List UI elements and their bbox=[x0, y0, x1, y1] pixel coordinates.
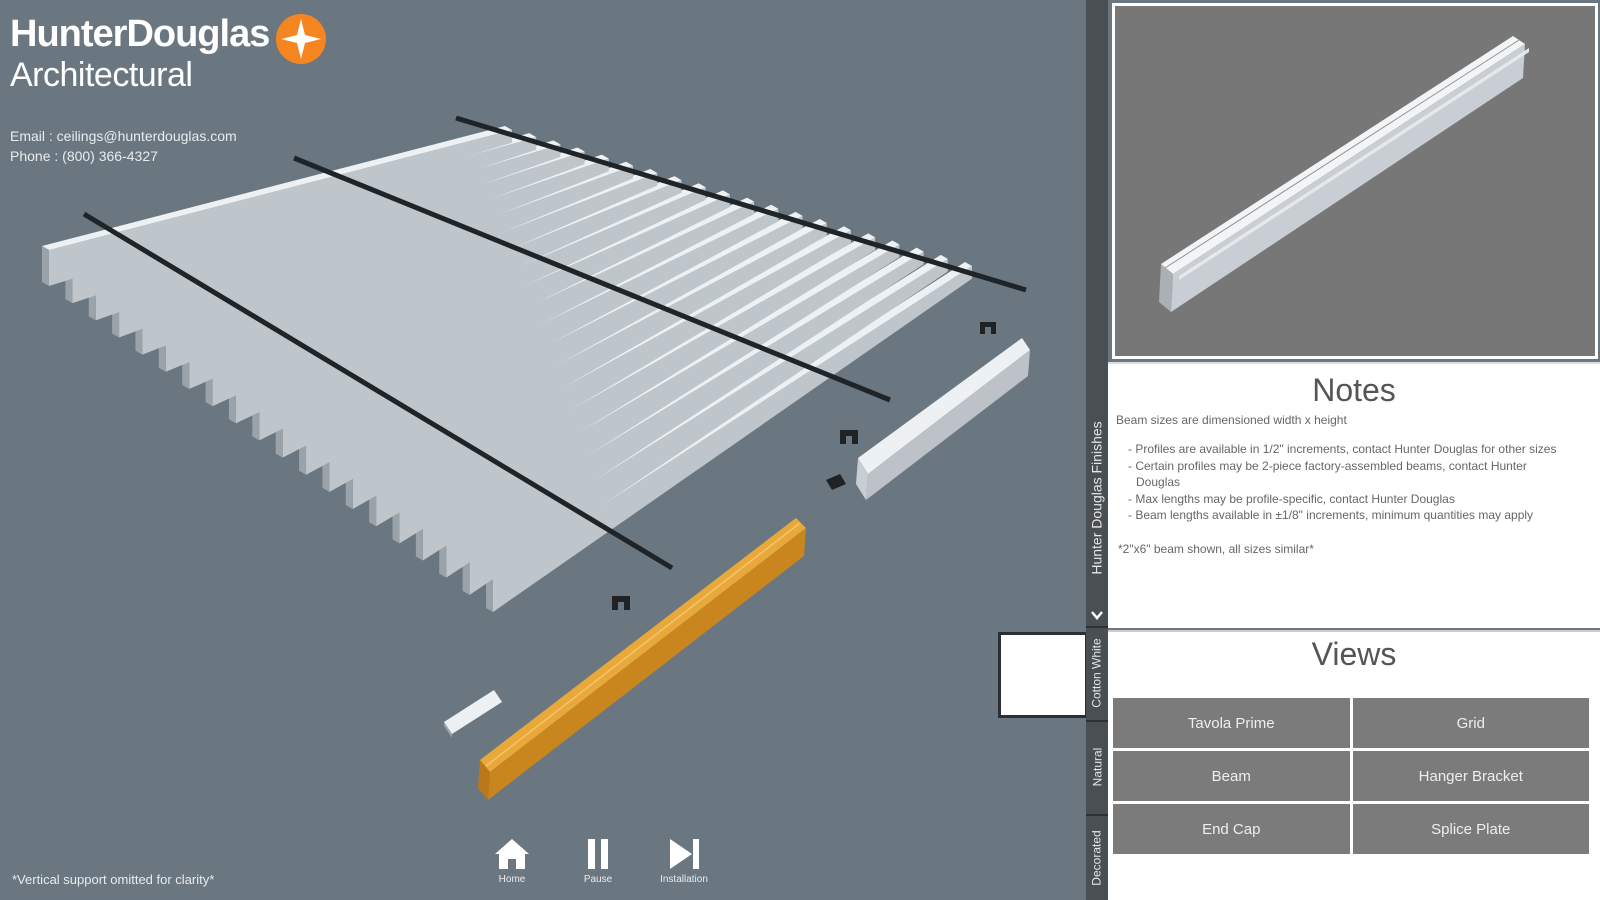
skip-next-icon bbox=[670, 839, 699, 869]
views-title: Views bbox=[1311, 636, 1397, 672]
contact-info: Email : ceilings@hunterdouglas.com Phone… bbox=[10, 126, 237, 166]
notes-panel: Notes Beam sizes are dimensioned width x… bbox=[1108, 362, 1600, 628]
tab-decorated[interactable]: Decorated bbox=[1086, 814, 1108, 900]
notes-title: Notes bbox=[1312, 372, 1396, 408]
view-hanger-bracket-button[interactable]: Hanger Bracket bbox=[1352, 751, 1589, 801]
notes-item: - Profiles are available in 1/2" increme… bbox=[1128, 442, 1557, 456]
home-button[interactable]: Home bbox=[480, 836, 544, 885]
views-panel: Views Tavola Prime Grid Beam Hanger Brac… bbox=[1108, 630, 1600, 900]
home-icon bbox=[495, 839, 529, 869]
3d-viewport[interactable]: HunterDouglas Architectural Email : ceil… bbox=[0, 0, 1086, 900]
tab-natural[interactable]: Natural bbox=[1086, 720, 1108, 812]
view-end-cap-button[interactable]: End Cap bbox=[1113, 804, 1350, 854]
finishes-sidebar: Hunter Douglas Finishes Cotton White Nat… bbox=[1086, 0, 1108, 900]
notes-subtitle: Beam sizes are dimensioned width x heigh… bbox=[1116, 413, 1347, 427]
splice-plate-part bbox=[826, 474, 846, 490]
part-preview[interactable] bbox=[1112, 3, 1598, 359]
notes-item: - Beam lengths available in ±1/8" increm… bbox=[1128, 508, 1534, 522]
hanger-bracket-part bbox=[840, 430, 858, 444]
tab-label: Natural bbox=[1090, 747, 1104, 787]
pause-button[interactable]: Pause bbox=[566, 836, 630, 885]
selected-finish-swatch[interactable] bbox=[998, 632, 1086, 718]
notes-list: - Profiles are available in 1/2" increme… bbox=[1128, 441, 1560, 524]
separate-white-beam bbox=[856, 338, 1030, 500]
hanger-bracket-part bbox=[612, 596, 630, 610]
notes-item: - Max lengths may be profile-specific, c… bbox=[1128, 491, 1455, 506]
view-grid-button[interactable]: Grid bbox=[1352, 698, 1589, 748]
finishes-title: Hunter Douglas Finishes bbox=[1089, 421, 1106, 575]
contact-phone: Phone : (800) 366-4327 bbox=[10, 148, 158, 164]
brand-name: HunterDouglas bbox=[10, 13, 270, 55]
beam-preview-model bbox=[1159, 36, 1529, 312]
tab-hunter-douglas-finishes[interactable]: Hunter Douglas Finishes bbox=[1086, 0, 1108, 604]
tab-label: Cotton White bbox=[1090, 638, 1104, 708]
brand-block: HunterDouglas Architectural bbox=[10, 12, 326, 94]
playback-controls: Home Pause Installation bbox=[480, 836, 716, 885]
view-beam-button[interactable]: Beam bbox=[1113, 751, 1350, 801]
footnote: *Vertical support omitted for clarity* bbox=[12, 872, 215, 887]
beam-slats bbox=[42, 126, 972, 612]
pause-label: Pause bbox=[583, 874, 613, 885]
views-grid: Tavola Prime Grid Beam Hanger Bracket En… bbox=[1113, 698, 1589, 854]
installation-label: Installation bbox=[660, 874, 708, 885]
brand-subtitle: Architectural bbox=[10, 56, 193, 94]
pause-icon bbox=[588, 839, 608, 869]
tab-cotton-white[interactable]: Cotton White bbox=[1086, 626, 1108, 718]
contact-email: Email : ceilings@hunterdouglas.com bbox=[10, 128, 237, 144]
tab-label: Decorated bbox=[1090, 830, 1104, 886]
view-tavola-prime-button[interactable]: Tavola Prime bbox=[1113, 698, 1350, 748]
view-splice-plate-button[interactable]: Splice Plate bbox=[1352, 804, 1589, 854]
brand-logo-icon bbox=[276, 14, 326, 64]
hanger-bracket-part bbox=[980, 322, 996, 334]
installation-button[interactable]: Installation bbox=[652, 836, 716, 885]
chevron-down-icon[interactable] bbox=[1090, 608, 1104, 622]
home-label: Home bbox=[498, 874, 526, 885]
notes-footer: *2"x6" beam shown, all sizes similar* bbox=[1118, 541, 1314, 556]
notes-item: - Certain profiles may be 2-piece factor… bbox=[1128, 458, 1527, 490]
